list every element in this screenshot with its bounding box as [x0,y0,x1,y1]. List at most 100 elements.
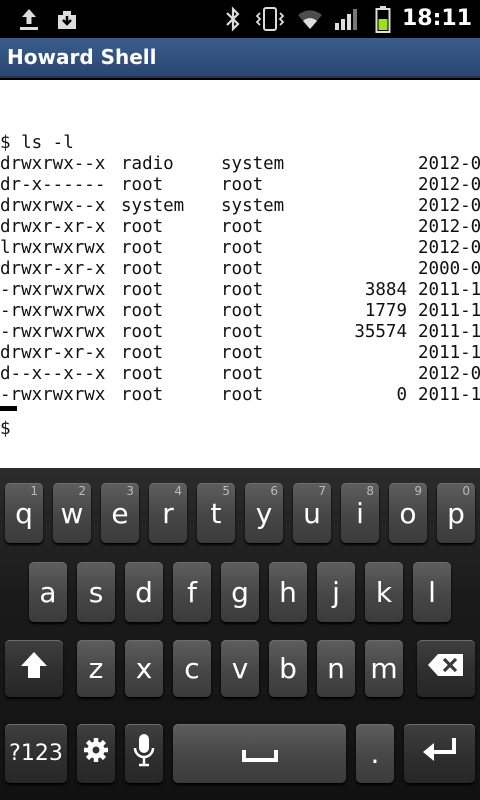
listing-row: -rwxrwxrwx root root 35574 2011-1 [0,322,480,343]
listing-date: 2012-0 [418,238,480,258]
letter-key[interactable]: x [125,640,163,697]
key-label: k [375,575,393,609]
terminal-output[interactable]: $ ls -l drwxrwx--x radio system 2012-0 dr-x-… [0,80,480,468]
letter-key[interactable]: o9 [389,483,427,543]
listing-user: radio [121,154,174,174]
key-label: a [39,575,57,609]
symbols-key-label: ?123 [9,741,63,766]
key-label: j [332,575,340,609]
key-label: t [210,496,222,530]
voice-input-key[interactable] [125,724,163,783]
signal-icon [332,0,362,38]
listing-perm: drwxrwx--x [0,154,106,174]
vibrate-icon [254,0,286,38]
listing-group: root [221,301,264,321]
key-number-hint: 2 [78,484,86,498]
key-number-hint: 9 [414,484,422,498]
period-key-label: . [370,737,380,770]
listing-size: 0 [396,385,407,405]
wifi-icon [294,0,326,38]
key-number-hint: 6 [270,484,278,498]
letter-key[interactable]: i8 [341,483,379,543]
listing-perm: -rwxrwxrwx [0,322,106,342]
letter-key[interactable]: z [77,640,115,697]
letter-key[interactable]: w2 [53,483,91,543]
letter-key[interactable]: n [317,640,355,697]
listing-row: drwxr-xr-x root root 2011-1 [0,343,480,364]
listing-user: root [121,175,164,195]
listing-size: 35574 [354,322,407,342]
key-label: r [162,496,174,530]
key-label: v [231,652,249,685]
gear-icon [82,736,110,771]
listing-date: 2012-0 [418,364,480,384]
letter-key[interactable]: v [221,640,259,697]
letter-key[interactable]: t5 [197,483,235,543]
listing-perm: -rwxrwxrwx [0,385,106,405]
text-cursor [0,406,17,411]
listing-perm: drwxrwx--x [0,196,106,216]
listing-size: 1779 [364,301,407,321]
listing-group: root [221,343,264,363]
listing-user: system [121,196,185,216]
listing-perm: drwxr-xr-x [0,217,106,237]
bluetooth-icon [220,0,246,38]
listing-row: drwxr-xr-x root root 2012-0 [0,217,480,238]
letter-key[interactable]: d [125,562,163,622]
letter-key[interactable]: r4 [149,483,187,543]
letter-key[interactable]: p0 [437,483,475,543]
letter-key[interactable]: e3 [101,483,139,543]
key-label: f [187,575,197,609]
app-title-bar: Howard Shell [0,38,480,78]
listing-date: 2011-1 [418,301,480,321]
shift-key[interactable] [5,640,63,697]
upload-icon [14,0,44,38]
period-key[interactable]: . [356,724,394,783]
letter-key[interactable]: s [77,562,115,622]
letter-key[interactable]: u7 [293,483,331,543]
listing-perm: -rwxrwxrwx [0,280,106,300]
key-label: i [356,496,364,530]
letter-key[interactable]: b [269,640,307,697]
key-label: x [135,652,153,685]
symbols-key[interactable]: ?123 [5,724,67,783]
backspace-key[interactable] [417,640,475,697]
listing-user: root [121,364,164,384]
key-label: d [135,575,153,609]
letter-key[interactable]: a [29,562,67,622]
space-key[interactable] [173,724,346,783]
letter-key[interactable]: h [269,562,307,622]
letter-key[interactable]: l [413,562,451,622]
key-label: q [15,496,33,530]
key-label: s [88,575,104,609]
key-number-hint: 3 [126,484,134,498]
status-bar: 18:11 [0,0,480,38]
key-number-hint: 4 [174,484,182,498]
key-label: y [255,496,273,530]
listing-date: 2012-0 [418,154,480,174]
key-label: h [279,575,297,609]
listing-row: d--x--x--x root root 2012-0 [0,364,480,385]
letter-key[interactable]: c [173,640,211,697]
listing-group: root [221,322,264,342]
letter-key[interactable]: g [221,562,259,622]
letter-key[interactable]: f [173,562,211,622]
letter-key[interactable]: k [365,562,403,622]
listing-user: root [121,238,164,258]
listing-date: 2011-1 [418,343,480,363]
settings-key[interactable] [77,724,115,783]
letter-key[interactable]: q1 [5,483,43,543]
listing-row: dr-x------ root root 2012-0 [0,175,480,196]
key-number-hint: 0 [462,484,470,498]
letter-key[interactable]: m [365,640,403,697]
spacebar-icon [241,737,278,770]
battery-icon [370,0,396,38]
key-label: l [428,575,436,609]
key-label: p [447,496,465,530]
letter-key[interactable]: j [317,562,355,622]
listing-group: root [221,175,264,195]
listing-group: root [221,238,264,258]
download-icon [52,0,82,38]
letter-key[interactable]: y6 [245,483,283,543]
enter-key[interactable] [404,724,475,783]
